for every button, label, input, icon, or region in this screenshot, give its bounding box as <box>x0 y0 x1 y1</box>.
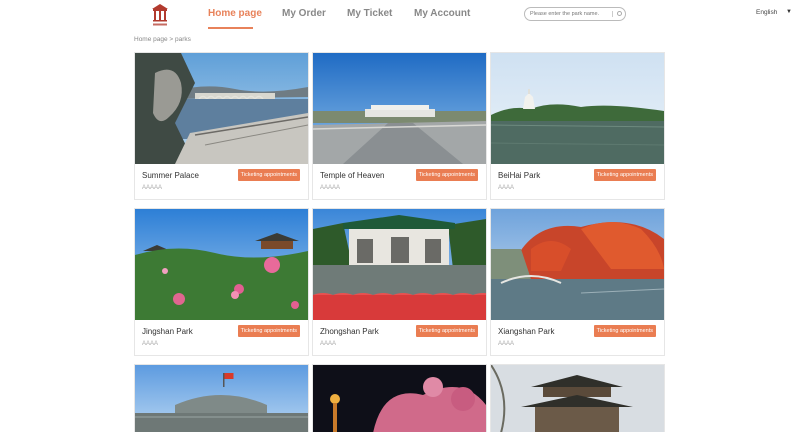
top-header: Home page My Order My Ticket My Account … <box>0 0 800 30</box>
ticketing-appointments-button[interactable]: Ticketing appointments <box>237 325 300 337</box>
chevron-down-icon[interactable]: ▼ <box>786 9 792 15</box>
park-photo <box>313 365 486 432</box>
park-card-row3-3[interactable] <box>490 364 665 432</box>
park-photo <box>135 53 308 164</box>
park-name: Jingshan Park <box>142 327 193 336</box>
language-selector[interactable]: English <box>756 9 777 16</box>
park-photo <box>491 53 664 164</box>
active-nav-underline <box>208 27 253 29</box>
breadcrumb: Home page > parks <box>134 36 191 43</box>
park-rating: AAAA <box>498 185 515 191</box>
park-card-temple-of-heaven[interactable]: Temple of Heaven Ticketing appointments … <box>312 52 487 200</box>
ticketing-appointments-button[interactable]: Ticketing appointments <box>237 169 300 181</box>
ticketing-appointments-button[interactable]: Ticketing appointments <box>593 325 656 337</box>
park-rating: AAAA <box>142 341 159 347</box>
ticketing-appointments-button[interactable]: Ticketing appointments <box>593 169 656 181</box>
park-card-beihai-park[interactable]: BeiHai Park Ticketing appointments AAAA <box>490 52 665 200</box>
park-photo <box>135 209 308 320</box>
park-card-xiangshan-park[interactable]: Xiangshan Park Ticketing appointments AA… <box>490 208 665 356</box>
park-card-row3-2[interactable] <box>312 364 487 432</box>
park-name: Summer Palace <box>142 171 199 180</box>
park-card-summer-palace[interactable]: Summer Palace Ticketing appointments AAA… <box>134 52 309 200</box>
park-photo <box>313 53 486 164</box>
park-rating: AAAAA <box>320 185 341 191</box>
park-name: BeiHai Park <box>498 171 541 180</box>
search-input[interactable] <box>530 9 610 19</box>
search-divider <box>612 11 613 17</box>
park-name: Temple of Heaven <box>320 171 385 180</box>
park-name: Zhongshan Park <box>320 327 379 336</box>
ticketing-appointments-button[interactable]: Ticketing appointments <box>415 325 478 337</box>
park-photo <box>491 365 664 432</box>
park-photo <box>135 365 308 432</box>
park-card-jingshan-park[interactable]: Jingshan Park Ticketing appointments AAA… <box>134 208 309 356</box>
search-box <box>524 7 626 21</box>
park-photo <box>313 209 486 320</box>
nav-my-ticket[interactable]: My Ticket <box>347 8 392 19</box>
nav-my-account[interactable]: My Account <box>414 8 470 19</box>
ticketing-appointments-button[interactable]: Ticketing appointments <box>415 169 478 181</box>
park-card-zhongshan-park[interactable]: Zhongshan Park Ticketing appointments AA… <box>312 208 487 356</box>
search-icon[interactable] <box>617 11 622 16</box>
park-card-row3-1[interactable] <box>134 364 309 432</box>
park-photo <box>491 209 664 320</box>
logo-icon[interactable] <box>150 3 170 27</box>
nav-home-page[interactable]: Home page <box>208 8 262 19</box>
park-name: Xiangshan Park <box>498 327 555 336</box>
park-rating: AAAA <box>498 341 515 347</box>
park-rating: AAAA <box>320 341 337 347</box>
park-rating: AAAAA <box>142 185 163 191</box>
nav-my-order[interactable]: My Order <box>282 8 326 19</box>
